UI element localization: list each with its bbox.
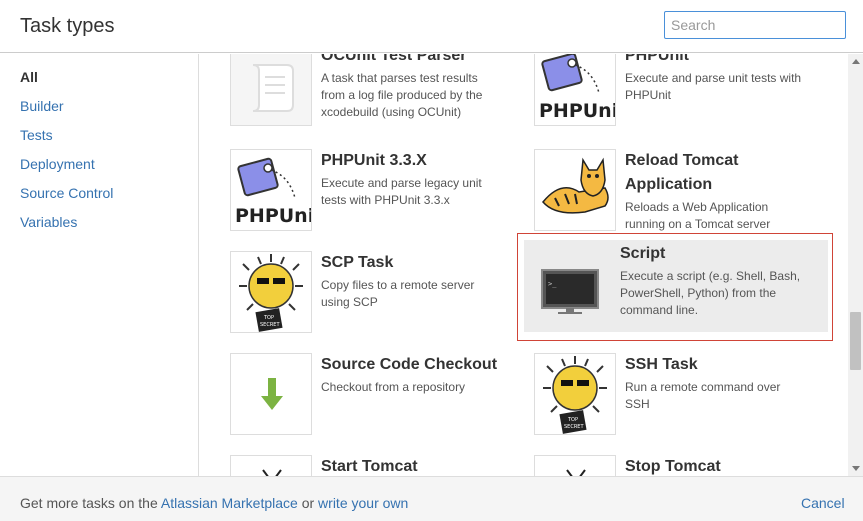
task-desc-line: running on a Tomcat server xyxy=(625,217,771,231)
scroll-icon xyxy=(252,64,294,112)
tomcat-cat-icon xyxy=(542,157,609,214)
task-script[interactable]: >_ Script Execute a script (e.g. Shell, … xyxy=(517,233,833,341)
task-name: PHPUnit xyxy=(625,54,689,64)
task-desc-line: command line. xyxy=(620,303,699,317)
tomcat-cat-icon xyxy=(566,469,586,476)
task-desc-line: Execute a script (e.g. Shell, Bash, xyxy=(620,269,801,283)
task-desc-line: xcodebuild (using OCUnit) xyxy=(321,105,462,119)
task-name: OCUnit Test Parser xyxy=(321,54,467,64)
task-name: SCP Task xyxy=(321,254,394,271)
sidebar-item-deployment[interactable]: Deployment xyxy=(20,156,95,172)
task-desc-line: Run a remote command over xyxy=(625,380,781,394)
task-name: Script xyxy=(620,245,666,262)
sidebar-item-variables[interactable]: Variables xyxy=(20,214,77,230)
selected-task-highlight: >_ Script Execute a script (e.g. Shell, … xyxy=(524,240,828,332)
sidebar-item-builder[interactable]: Builder xyxy=(20,98,64,114)
svg-text:SECRET: SECRET xyxy=(564,424,584,430)
task-phpunit-33x[interactable]: PHPUnit PHPUnit 3.3.X Execute and parse … xyxy=(230,149,530,239)
task-thumbnail xyxy=(230,353,312,435)
vertical-scrollbar[interactable] xyxy=(848,54,863,476)
pufferfish-agent-icon: TOP SECRET xyxy=(239,254,303,332)
task-desc-line: SSH xyxy=(625,397,650,411)
task-desc-line: Checkout from a repository xyxy=(321,380,466,394)
task-desc-line: Reloads a Web Application xyxy=(625,200,769,214)
task-name: Source Code Checkout xyxy=(321,356,498,373)
svg-text:PHPUnit: PHPUnit xyxy=(539,100,616,122)
sidebar-item-all[interactable]: All xyxy=(20,69,38,85)
sidebar-item-source-control[interactable]: Source Control xyxy=(20,185,113,201)
task-desc-line: A task that parses test results xyxy=(321,71,478,85)
task-thumbnail xyxy=(230,455,312,476)
task-desc-line: Execute and parse legacy unit xyxy=(321,176,482,190)
footer-prefix: Get more tasks on the xyxy=(20,495,161,511)
task-desc-line: from a log file produced by the xyxy=(321,88,483,102)
task-phpunit[interactable]: PHPUnit PHPUnit Execute and parse unit t… xyxy=(534,54,834,134)
task-stop-tomcat[interactable]: Stop Tomcat xyxy=(534,455,834,476)
task-ocunit-test-parser[interactable]: OCUnit Test Parser A task that parses te… xyxy=(230,54,530,134)
task-thumbnail xyxy=(230,54,312,126)
task-desc-line: Copy files to a remote server xyxy=(321,278,475,292)
cancel-button[interactable]: Cancel xyxy=(801,495,845,511)
pufferfish-agent-icon: TOP SECRET xyxy=(543,356,607,434)
category-sidebar: All Builder Tests Deployment Source Cont… xyxy=(0,54,199,476)
task-list: OCUnit Test Parser A task that parses te… xyxy=(200,54,848,476)
dialog-title: Task types xyxy=(20,15,115,37)
task-source-code-checkout[interactable]: Source Code Checkout Checkout from a rep… xyxy=(230,353,530,443)
task-name: Application xyxy=(625,176,713,193)
dialog-footer: Get more tasks on the Atlassian Marketpl… xyxy=(0,476,863,521)
footer-hint: Get more tasks on the Atlassian Marketpl… xyxy=(20,495,408,511)
svg-text:PHPUnit: PHPUnit xyxy=(235,205,312,227)
task-name: SSH Task xyxy=(625,356,698,373)
svg-text:>_: >_ xyxy=(548,280,557,288)
sidebar-item-tests[interactable]: Tests xyxy=(20,127,53,143)
scrollbar-thumb[interactable] xyxy=(850,312,861,370)
scroll-down-arrow-icon[interactable] xyxy=(852,466,860,471)
search-input[interactable] xyxy=(664,11,846,39)
write-your-own-link[interactable]: write your own xyxy=(318,495,408,511)
task-thumbnail: >_ xyxy=(524,240,606,322)
task-desc-line: tests with PHPUnit 3.3.x xyxy=(321,193,450,207)
task-thumbnail xyxy=(534,149,616,231)
svg-text:SECRET: SECRET xyxy=(260,322,280,328)
task-scp[interactable]: TOP SECRET SCP Task Copy files to a remo… xyxy=(230,251,530,341)
task-ssh[interactable]: TOP SECRET SSH Task Run a remote command… xyxy=(534,353,834,443)
tomcat-cat-icon xyxy=(262,469,282,476)
task-desc-line: PowerShell, Python) from the xyxy=(620,286,777,300)
download-arrow-icon xyxy=(261,378,283,410)
task-desc-line: using SCP xyxy=(321,295,378,309)
phpunit-logo-icon: PHPUnit xyxy=(235,157,312,227)
task-thumbnail: PHPUnit xyxy=(534,54,616,126)
task-start-tomcat[interactable]: Start Tomcat xyxy=(230,455,530,476)
task-desc-line: PHPUnit xyxy=(625,88,672,102)
terminal-icon: >_ xyxy=(541,269,599,314)
scroll-up-arrow-icon[interactable] xyxy=(852,59,860,64)
phpunit-logo-icon: PHPUnit xyxy=(539,54,616,122)
task-name: Stop Tomcat xyxy=(625,458,721,475)
task-name: Reload Tomcat xyxy=(625,152,739,169)
marketplace-link[interactable]: Atlassian Marketplace xyxy=(161,495,298,511)
task-name: PHPUnit 3.3.X xyxy=(321,152,427,169)
dialog-header: Task types xyxy=(0,0,863,53)
task-thumbnail: TOP SECRET xyxy=(230,251,312,333)
task-thumbnail: PHPUnit xyxy=(230,149,312,231)
task-desc-line: Execute and parse unit tests with xyxy=(625,71,802,85)
footer-middle: or xyxy=(297,495,319,511)
task-thumbnail xyxy=(534,455,616,476)
task-name: Start Tomcat xyxy=(321,458,418,475)
svg-text:TOP: TOP xyxy=(263,315,274,321)
svg-text:TOP: TOP xyxy=(567,417,578,423)
task-thumbnail: TOP SECRET xyxy=(534,353,616,435)
